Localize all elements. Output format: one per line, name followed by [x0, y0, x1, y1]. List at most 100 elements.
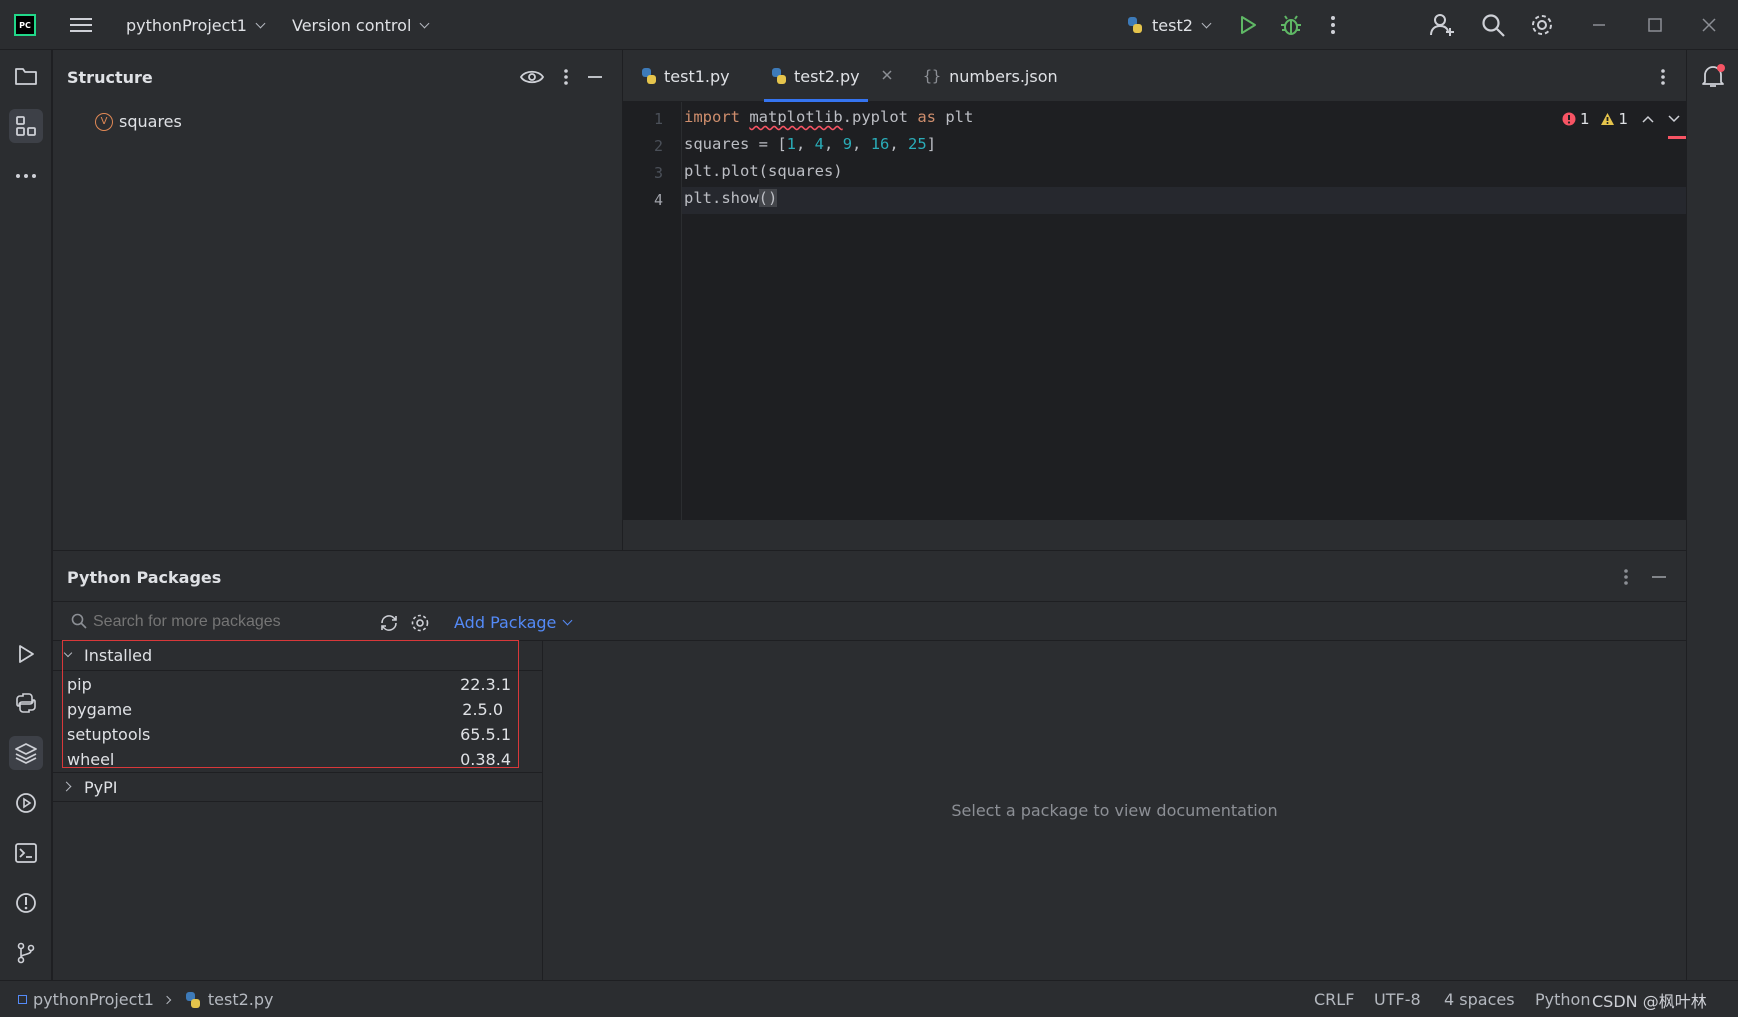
chevron-right-icon — [61, 781, 72, 792]
tab-test1-py[interactable]: test1.py — [640, 50, 730, 102]
json-file-icon: {} — [923, 67, 942, 85]
gear-icon — [1532, 15, 1552, 35]
structure-options-button[interactable] — [563, 68, 569, 86]
app-logo[interactable]: PC — [14, 0, 36, 50]
minimize-icon — [588, 76, 602, 78]
close-window-button[interactable] — [1702, 0, 1716, 50]
python-console-button[interactable] — [9, 686, 43, 720]
settings-button[interactable] — [1530, 0, 1554, 50]
warning-icon — [1600, 113, 1614, 125]
doc-placeholder: Select a package to view documentation — [951, 801, 1278, 820]
inspections-widget[interactable]: 1 1 — [1562, 110, 1680, 128]
editor-bottom-area — [623, 520, 1686, 550]
more-vertical-icon — [1661, 69, 1665, 85]
services-tool-button[interactable] — [9, 786, 43, 820]
project-module-icon — [18, 995, 27, 1004]
code-line-2: squares = [1, 4, 9, 16, 25] — [684, 135, 937, 153]
python-packages-button[interactable] — [9, 736, 43, 770]
notifications-button[interactable] — [1696, 59, 1730, 93]
chevron-down-icon — [255, 18, 266, 28]
project-name: pythonProject1 — [126, 15, 247, 35]
bell-icon — [1702, 64, 1725, 87]
python-icon — [1128, 17, 1142, 33]
more-vertical-icon — [564, 69, 568, 85]
breadcrumb-file[interactable]: test2.py — [208, 990, 274, 1009]
maximize-icon — [1648, 18, 1662, 32]
structure-title: Structure — [67, 68, 153, 87]
breadcrumb: pythonProject1 test2.py — [18, 981, 274, 1017]
refresh-button[interactable] — [379, 613, 399, 633]
project-tool-button[interactable] — [9, 59, 43, 93]
terminal-tool-button[interactable] — [9, 836, 43, 870]
structure-tool-button[interactable] — [9, 109, 43, 143]
more-actions-button[interactable] — [1330, 0, 1336, 50]
line-separator-widget[interactable]: CRLF — [1314, 981, 1354, 1017]
status-bar: pythonProject1 test2.py CRLF UTF-8 4 spa… — [0, 980, 1738, 1017]
more-vertical-icon — [1624, 569, 1628, 585]
error-count: 1 — [1580, 110, 1590, 128]
run-config-selector[interactable]: test2 — [1126, 0, 1212, 50]
left-tool-strip — [0, 50, 52, 980]
error-stripe-marker[interactable] — [1668, 136, 1686, 139]
hamburger-icon — [70, 18, 92, 32]
editor-tab-bar: test1.py test2.py {} numbers.json — [623, 50, 1686, 102]
indent-widget[interactable]: 4 spaces — [1444, 981, 1515, 1017]
search-everywhere-button[interactable] — [1481, 0, 1505, 50]
tab-numbers-json[interactable]: {} numbers.json — [923, 50, 1058, 102]
structure-item-label: squares — [119, 112, 182, 131]
tab-test2-py[interactable]: test2.py — [764, 50, 868, 102]
structure-icon — [16, 116, 36, 136]
code-with-me-button[interactable] — [1430, 0, 1456, 50]
add-package-button[interactable]: Add Package — [454, 603, 573, 641]
warning-count: 1 — [1618, 110, 1629, 128]
folder-icon — [15, 68, 37, 85]
terminal-icon — [15, 843, 37, 863]
vcs-selector[interactable]: Version control — [292, 0, 430, 50]
packages-header: Python Packages — [53, 550, 1686, 602]
interpreter-widget[interactable]: Python — [1535, 981, 1590, 1017]
gear-icon — [411, 614, 429, 632]
more-tools-button[interactable] — [9, 159, 43, 193]
debug-button[interactable] — [1280, 0, 1302, 50]
chevron-up-icon[interactable] — [1642, 114, 1654, 124]
view-options-button[interactable] — [520, 68, 544, 86]
main-menu-button[interactable] — [70, 0, 92, 50]
editor-tab-options-button[interactable] — [1660, 68, 1666, 86]
problems-icon — [16, 893, 36, 913]
packages-title: Python Packages — [67, 568, 222, 587]
installed-highlight-box — [62, 640, 519, 768]
run-config-name: test2 — [1152, 15, 1193, 35]
python-file-icon — [772, 68, 786, 84]
close-icon — [1702, 18, 1716, 32]
structure-item-squares[interactable]: V squares — [95, 112, 182, 131]
run-tool-button[interactable] — [9, 637, 43, 671]
breadcrumb-project[interactable]: pythonProject1 — [33, 990, 154, 1009]
problems-tool-button[interactable] — [9, 886, 43, 920]
package-settings-button[interactable] — [410, 613, 430, 633]
refresh-icon — [381, 615, 397, 631]
layers-icon — [15, 743, 37, 764]
maximize-button[interactable] — [1648, 0, 1662, 50]
run-button[interactable] — [1238, 0, 1258, 50]
chevron-down-icon — [419, 18, 430, 28]
add-user-icon — [1430, 14, 1454, 36]
close-tab-button[interactable] — [881, 69, 893, 81]
encoding-widget[interactable]: UTF-8 — [1374, 981, 1421, 1017]
git-branch-icon — [17, 942, 35, 964]
project-selector[interactable]: pythonProject1 — [126, 0, 266, 50]
right-tool-strip — [1686, 50, 1738, 980]
tab-label: test1.py — [664, 66, 730, 86]
chevron-down-icon[interactable] — [1668, 114, 1680, 124]
pypi-group-header[interactable]: PyPI — [53, 772, 542, 802]
search-icon — [71, 613, 87, 629]
packages-options-button[interactable] — [1623, 568, 1629, 586]
structure-panel: Structure V squares — [53, 50, 623, 550]
minimize-button[interactable] — [1592, 0, 1606, 50]
hide-packages-button[interactable] — [1651, 570, 1667, 584]
more-horizontal-icon — [16, 174, 36, 178]
eye-icon — [520, 70, 544, 84]
hide-structure-button[interactable] — [587, 70, 603, 84]
git-tool-button[interactable] — [9, 936, 43, 970]
run-icon — [1241, 16, 1256, 34]
package-search-input[interactable] — [93, 608, 413, 636]
